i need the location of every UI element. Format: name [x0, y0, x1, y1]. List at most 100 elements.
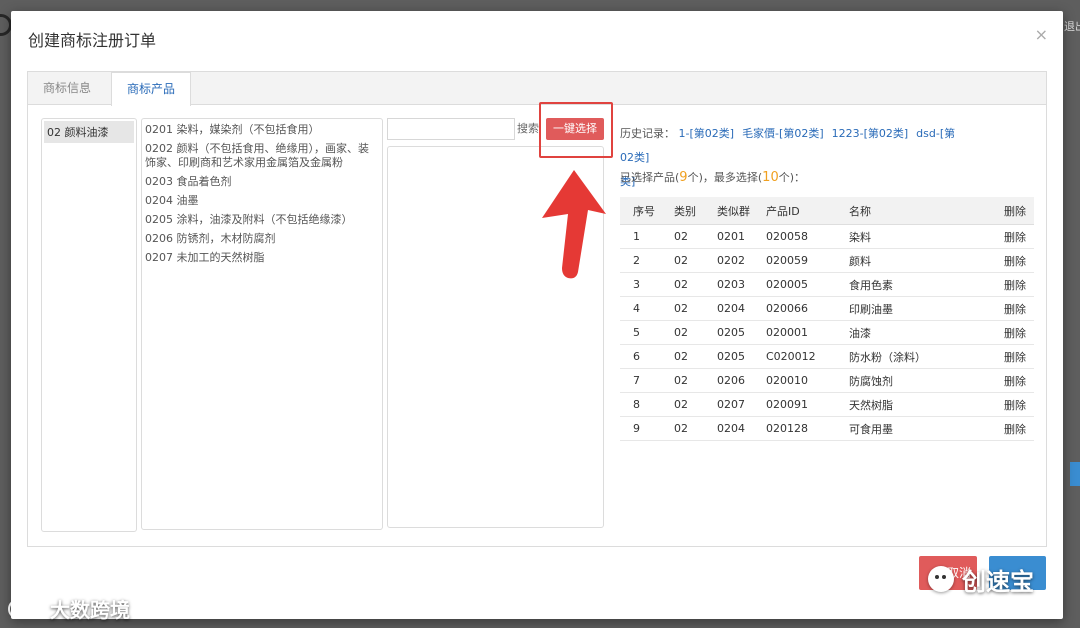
table-row: 8 02 0207 020091 天然树脂 删除 — [620, 392, 1034, 417]
create-order-modal: 创建商标注册订单 × 商标信息 商标产品 02 颜料油漆 0201 染料，媒染剂… — [11, 11, 1063, 619]
table-cell: 0204 — [704, 296, 753, 321]
group-item[interactable]: 0201 染料，媒染剂（不包括食用） — [145, 123, 379, 137]
table-cell: C020012 — [753, 344, 836, 369]
watermark-logo-icon — [8, 598, 38, 619]
table-cell: 020010 — [753, 368, 836, 393]
watermark-left-text: 大数跨境 — [50, 598, 130, 622]
tab-bar: 商标信息 商标产品 — [28, 72, 1046, 106]
history-link[interactable]: 毛家價-[第02类] — [742, 127, 824, 140]
table-cell: 020001 — [753, 320, 836, 345]
table-row: 9 02 0204 020128 可食用墨 删除 — [620, 416, 1034, 441]
table-cell: 0204 — [704, 416, 753, 441]
watermark-right: 创速宝 — [928, 562, 1034, 596]
table-row: 1 02 0201 020058 染料 删除 — [620, 224, 1034, 249]
selected-count-info: 已选择产品(9个)，最多选择(10个)： — [620, 169, 805, 185]
background-button — [1070, 462, 1080, 486]
table-cell: 020091 — [753, 392, 836, 417]
table-cell: 5 — [620, 320, 661, 345]
delete-link[interactable]: 删除 — [984, 344, 1034, 369]
table-cell: 颜料 — [836, 248, 985, 273]
tab-trademark-info[interactable]: 商标信息 — [28, 72, 106, 104]
table-cell: 防水粉（涂料） — [836, 344, 985, 369]
table-cell: 02 — [661, 344, 704, 369]
table-row: 4 02 0204 020066 印刷油墨 删除 — [620, 296, 1034, 321]
selected-max: 10 — [762, 170, 779, 185]
annotation-arrow-icon — [542, 170, 606, 279]
table-cell: 0205 — [704, 320, 753, 345]
table-cell: 0201 — [704, 224, 753, 249]
delete-link[interactable]: 删除 — [984, 248, 1034, 273]
table-cell: 020066 — [753, 296, 836, 321]
group-item[interactable]: 0204 油墨 — [145, 194, 379, 208]
table-cell: 可食用墨 — [836, 416, 985, 441]
history-link[interactable]: 1-[第02类] — [679, 127, 735, 140]
table-header: 删除 — [984, 197, 1034, 225]
group-item[interactable]: 0203 食品着色剂 — [145, 175, 379, 189]
table-cell: 020058 — [753, 224, 836, 249]
group-item[interactable]: 0205 涂料，油漆及附料（不包括绝缘漆） — [145, 213, 379, 227]
table-cell: 02 — [661, 296, 704, 321]
wechat-icon — [928, 566, 954, 592]
table-header: 产品ID — [753, 197, 836, 225]
table-row: 5 02 0205 020001 油漆 删除 — [620, 320, 1034, 345]
table-cell: 防腐蚀剂 — [836, 368, 985, 393]
table-header: 名称 — [836, 197, 985, 225]
category-item[interactable]: 02 颜料油漆 — [44, 121, 134, 143]
history-label: 历史记录： — [620, 127, 675, 140]
table-header: 序号 — [620, 197, 661, 225]
table-cell: 02 — [661, 392, 704, 417]
table-cell: 印刷油墨 — [836, 296, 985, 321]
selected-count: 9 — [679, 170, 688, 185]
search-input[interactable] — [387, 118, 515, 140]
table-cell: 3 — [620, 272, 661, 297]
table-header-row: 序号 类别 类似群 产品ID 名称 删除 — [620, 197, 1034, 225]
table-row: 2 02 0202 020059 颜料 删除 — [620, 248, 1034, 273]
table-cell: 0205 — [704, 344, 753, 369]
table-cell: 02 — [661, 248, 704, 273]
group-list: 0201 染料，媒染剂（不包括食用） 0202 颜料（不包括食用、绝缘用），画家… — [141, 118, 383, 530]
table-cell: 02 — [661, 368, 704, 393]
table-cell: 食用色素 — [836, 272, 985, 297]
table-cell: 02 — [661, 416, 704, 441]
close-icon[interactable]: × — [1035, 25, 1048, 44]
watermark-right-text: 创速宝 — [962, 567, 1034, 596]
table-cell: 1 — [620, 224, 661, 249]
delete-link[interactable]: 删除 — [984, 392, 1034, 417]
group-item[interactable]: 0202 颜料（不包括食用、绝缘用），画家、装饰家、印刷商和艺术家用金属箔及金属… — [145, 142, 379, 170]
group-item[interactable]: 0206 防锈剂，木材防腐剂 — [145, 232, 379, 246]
table-cell: 02 — [661, 272, 704, 297]
table-cell: 0203 — [704, 272, 753, 297]
table-cell: 02 — [661, 320, 704, 345]
delete-link[interactable]: 删除 — [984, 368, 1034, 393]
table-cell: 7 — [620, 368, 661, 393]
delete-link[interactable]: 删除 — [984, 416, 1034, 441]
selected-suffix: 个)： — [778, 171, 806, 184]
table-cell: 020005 — [753, 272, 836, 297]
delete-link[interactable]: 删除 — [984, 224, 1034, 249]
selected-products-table: 序号 类别 类似群 产品ID 名称 删除 1 02 0201 020058 染料 删除 2 0… — [620, 197, 1034, 441]
table-cell: 9 — [620, 416, 661, 441]
tab-panel: 商标信息 商标产品 02 颜料油漆 0201 染料，媒染剂（不包括食用） 020… — [27, 71, 1047, 547]
delete-link[interactable]: 删除 — [984, 320, 1034, 345]
table-cell: 8 — [620, 392, 661, 417]
table-row: 6 02 0205 C020012 防水粉（涂料） 删除 — [620, 344, 1034, 369]
table-cell: 天然树脂 — [836, 392, 985, 417]
table-cell: 6 — [620, 344, 661, 369]
tab-trademark-products[interactable]: 商标产品 — [111, 72, 191, 106]
selected-prefix: 已选择产品( — [620, 171, 680, 184]
background-exit-link: 退出 — [1064, 20, 1080, 33]
group-item[interactable]: 0207 未加工的天然树脂 — [145, 251, 379, 265]
table-cell: 4 — [620, 296, 661, 321]
annotation-highlight-box — [539, 102, 613, 158]
delete-link[interactable]: 删除 — [984, 272, 1034, 297]
category-list: 02 颜料油漆 — [41, 118, 137, 532]
table-cell: 020128 — [753, 416, 836, 441]
table-header: 类似群 — [704, 197, 753, 225]
delete-link[interactable]: 删除 — [984, 296, 1034, 321]
table-cell: 2 — [620, 248, 661, 273]
history-link[interactable]: 1223-[第02类] — [832, 127, 909, 140]
table-cell: 染料 — [836, 224, 985, 249]
table-cell: 02 — [661, 224, 704, 249]
table-header: 类别 — [661, 197, 704, 225]
modal-title: 创建商标注册订单 — [28, 31, 157, 50]
